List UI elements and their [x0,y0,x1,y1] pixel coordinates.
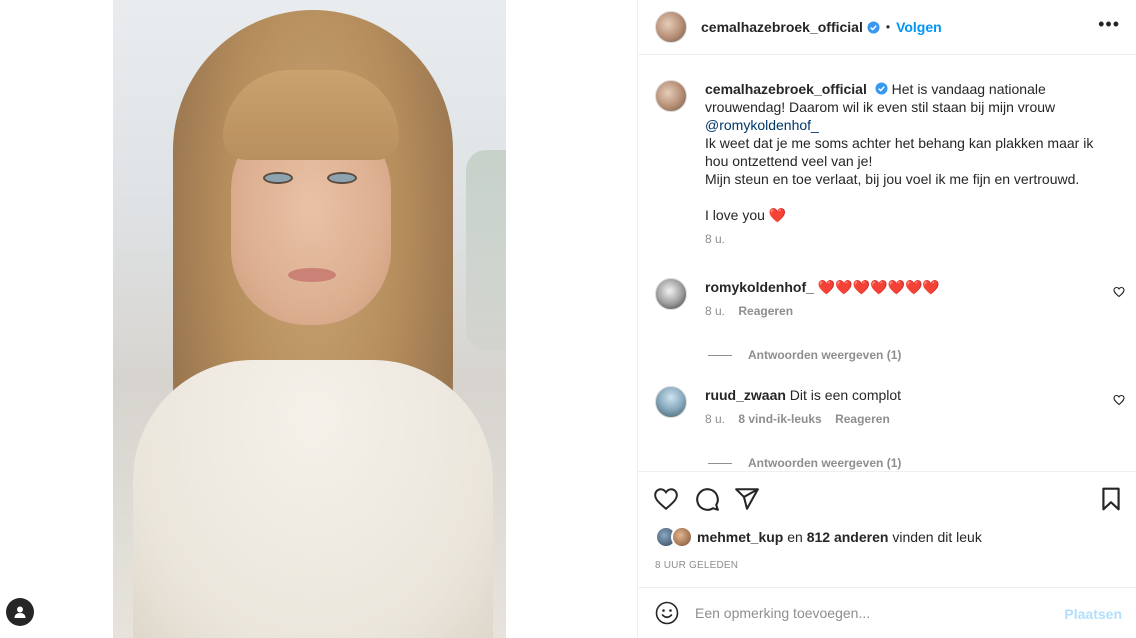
post-actions-bar [638,471,1136,526]
comment-text: ❤️❤️❤️❤️❤️❤️❤️ [817,279,940,295]
user-tags-button[interactable] [6,598,34,626]
caption-text-line2: Ik weet dat je me soms achter het behang… [705,135,1094,169]
share-icon[interactable] [734,486,760,512]
comment-like-heart-icon[interactable] [1113,286,1125,298]
comment-like-heart-icon[interactable] [1113,394,1125,406]
caption-text-line4: I love you ❤️ [705,207,787,223]
comment-time[interactable]: 8 u. [705,412,725,426]
add-comment-bar: Plaatsen [638,587,1136,638]
comment-username[interactable]: ruud_zwaan [705,387,786,403]
comment-icon[interactable] [694,486,720,512]
verified-badge-icon [867,20,880,34]
view-replies-button[interactable]: Antwoorden weergeven (1) [708,348,901,362]
liker-username[interactable]: mehmet_kup [697,529,783,545]
caption-avatar[interactable] [655,80,687,112]
comment-reply-button[interactable]: Reageren [835,412,890,426]
photo-lips [288,268,336,282]
likes-count[interactable]: 812 anderen [807,529,889,545]
caption-time[interactable]: 8 u. [705,232,725,246]
photo-eye-right [327,172,357,184]
follow-button[interactable]: Volgen [896,19,942,35]
commenter-avatar[interactable] [655,386,687,418]
bookmark-icon[interactable] [1098,486,1124,512]
post-header: cemalhazebroek_official • Volgen ••• [638,0,1136,55]
post-side-panel: cemalhazebroek_official • Volgen ••• cem… [637,0,1136,638]
author-avatar[interactable] [655,11,687,43]
author-username[interactable]: cemalhazebroek_official [701,19,863,35]
post-time-ago[interactable]: 8 UUR GELEDEN [655,560,738,571]
caption-mention-link[interactable]: @romykoldenhof_ [705,117,819,133]
verified-badge-icon [875,82,888,95]
liker-avatar [671,526,693,548]
photo-eye-left [263,172,293,184]
post-media-area [0,0,637,638]
comment-input[interactable] [695,605,1035,621]
header-separator: • [885,20,891,34]
comment-reply-button[interactable]: Reageren [738,304,793,318]
photo-background-plant [466,150,506,350]
comment-likes-count[interactable]: 8 vind-ik-leuks [738,412,821,426]
caption-text-line3: Mijn steun en toe verlaat, bij jou voel … [705,171,1080,187]
replies-divider [708,462,732,464]
photo-bangs [223,70,399,160]
likes-summary[interactable]: mehmet_kup en 812 anderen vinden dit leu… [655,526,982,548]
photo-blouse [133,360,493,638]
likes-joiner: en [787,529,803,545]
emoji-icon[interactable] [655,601,679,625]
replies-divider [708,354,732,356]
caption-username[interactable]: cemalhazebroek_official [705,81,867,97]
likes-suffix: vinden dit leuk [892,529,982,545]
comments-list[interactable]: cemalhazebroek_official Het is vandaag n… [638,56,1136,471]
view-replies-label: Antwoorden weergeven (1) [748,348,902,362]
view-replies-label: Antwoorden weergeven (1) [748,456,902,470]
comment-time[interactable]: 8 u. [705,304,725,318]
post-photo[interactable] [113,0,506,638]
heart-icon[interactable] [653,486,679,512]
comment-text: Dit is een complot [789,387,902,403]
comment-username[interactable]: romykoldenhof_ [705,279,814,295]
post-comment-button[interactable]: Plaatsen [1064,606,1122,622]
commenter-avatar[interactable] [655,278,687,310]
more-options-icon[interactable]: ••• [1098,15,1120,33]
view-replies-button[interactable]: Antwoorden weergeven (1) [708,456,901,470]
user-icon [14,606,26,618]
